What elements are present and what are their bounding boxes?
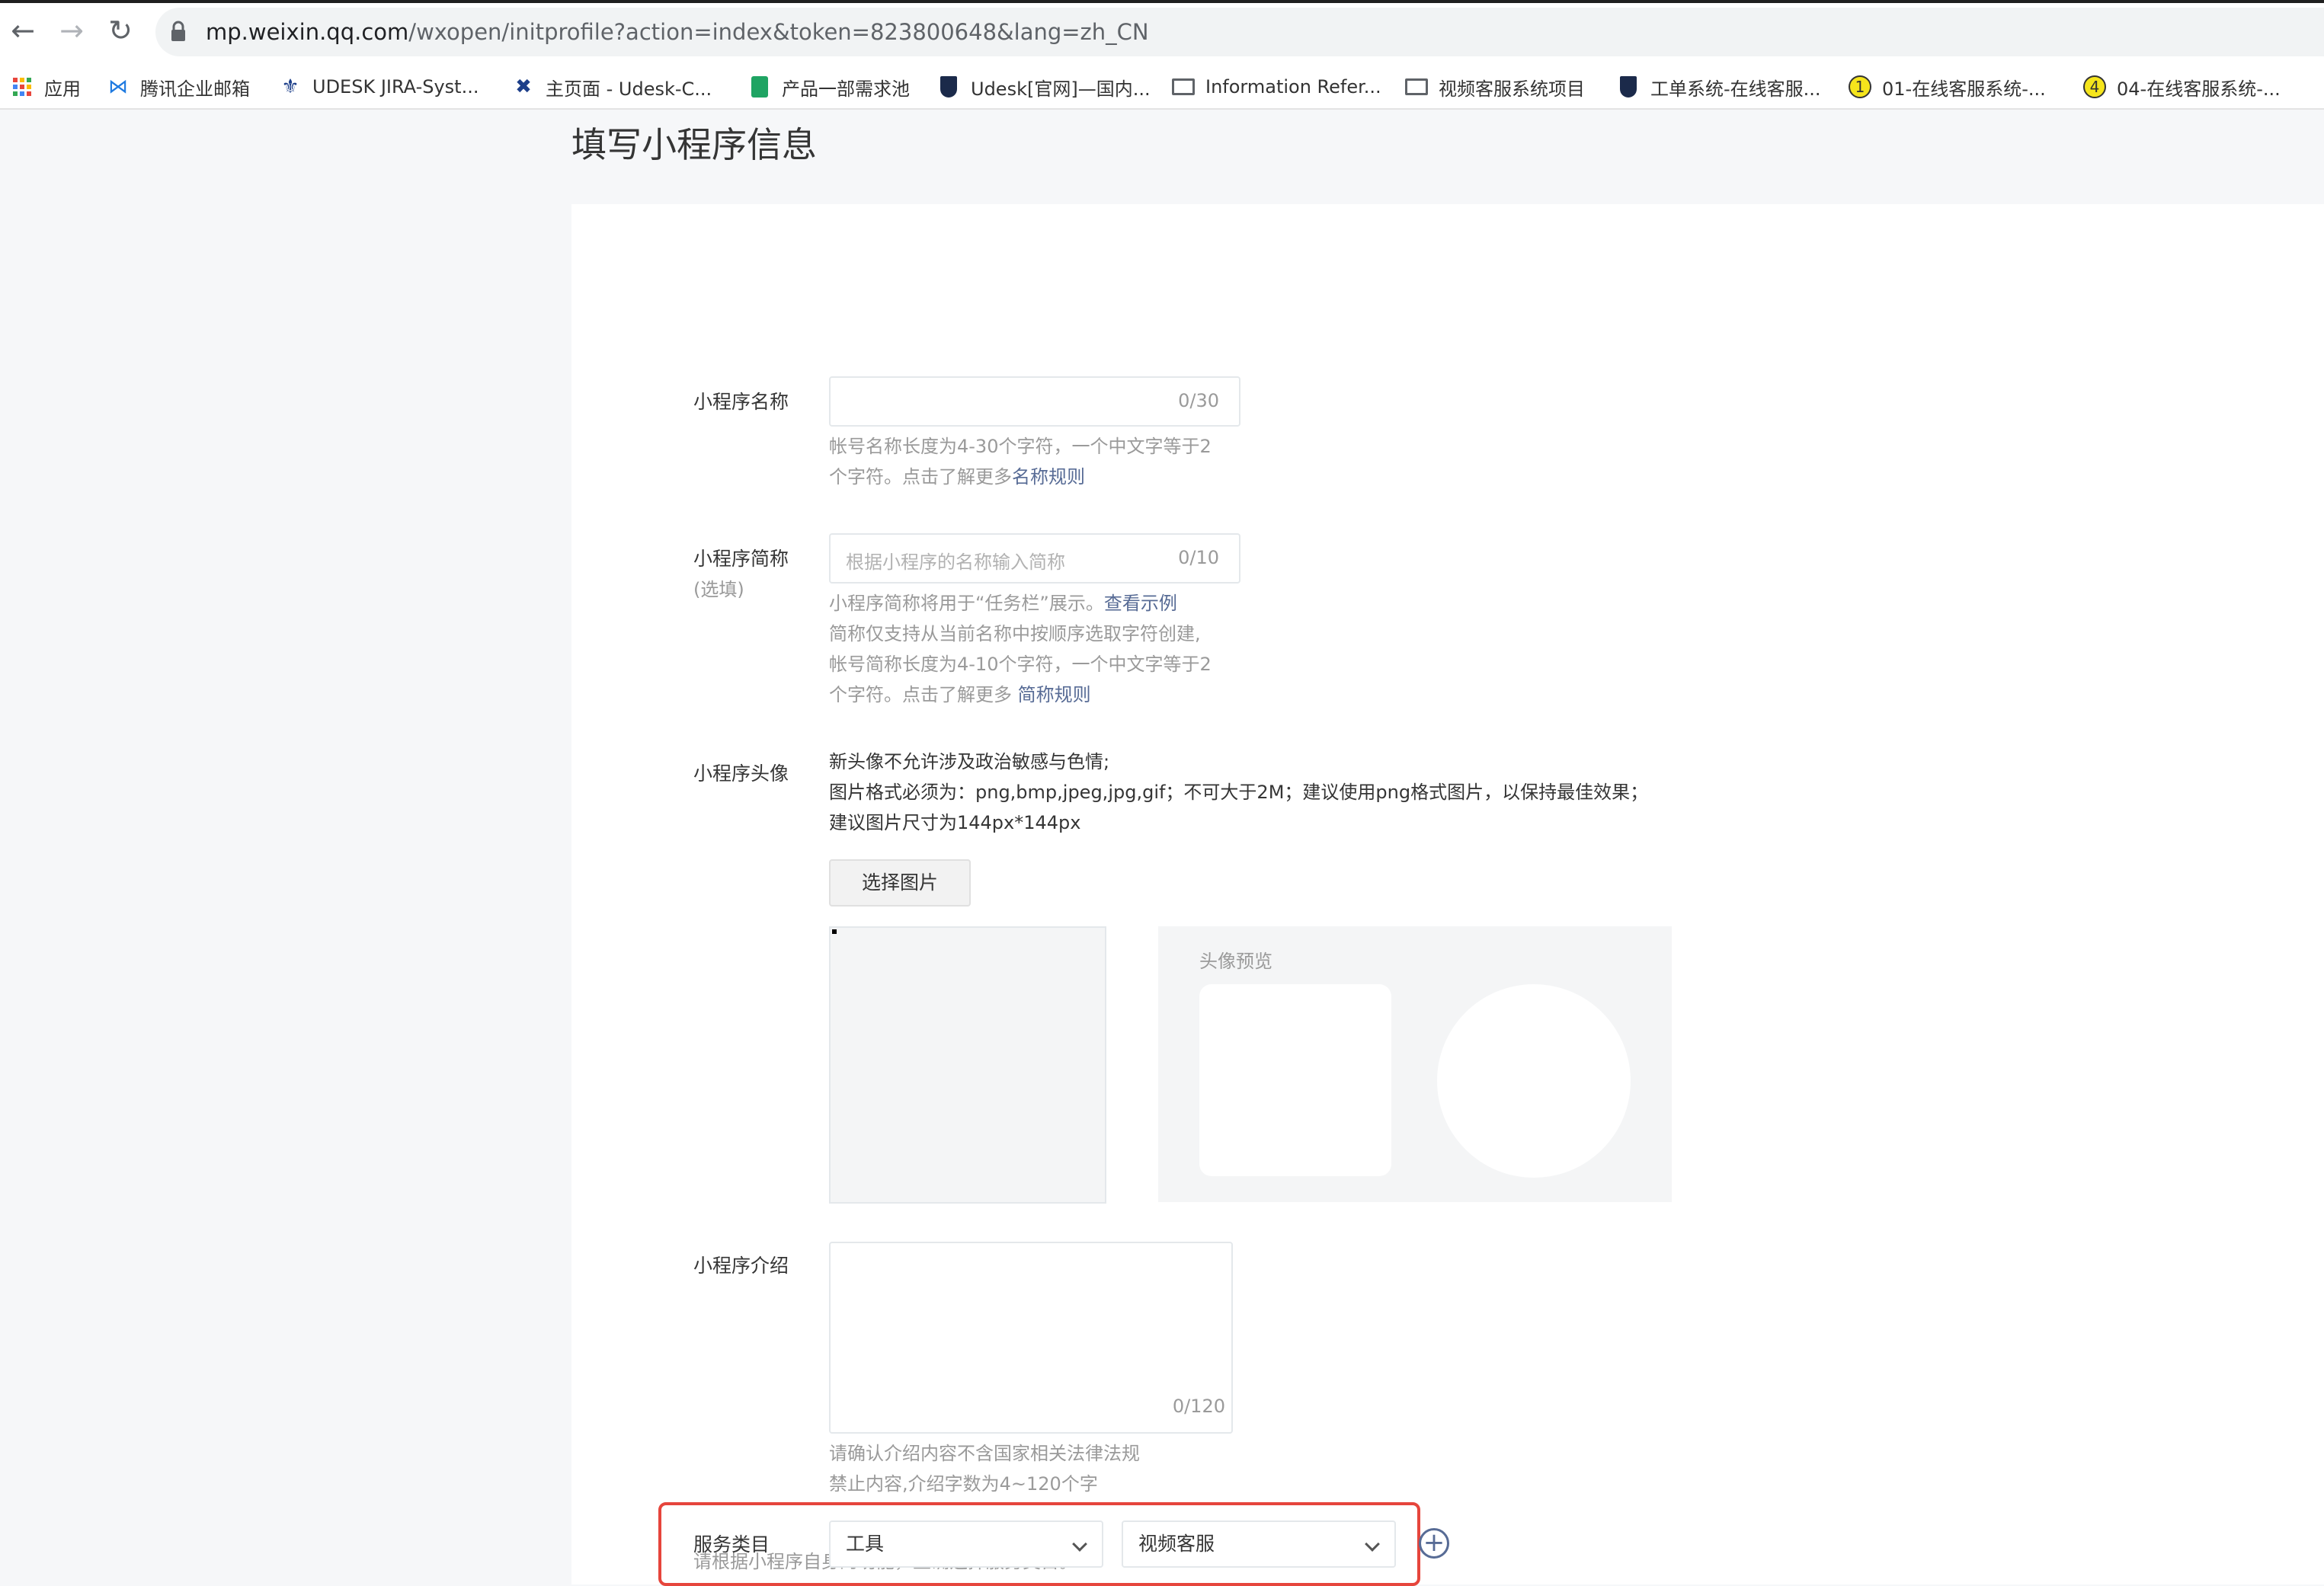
category-secondary-select[interactable]: 视频客服 [1122, 1520, 1396, 1568]
number-1-icon: 1 [1849, 75, 1871, 98]
chevron-down-icon [1365, 1536, 1380, 1552]
window-top-edge [0, 0, 2324, 3]
url-path: /wxopen/initprofile?action=index&token=8… [408, 19, 1149, 45]
bookmark-label: UDESK JIRA-Syst... [312, 76, 479, 98]
bookmark-product-pool[interactable]: 产品一部需求池 [748, 64, 910, 110]
bookmark-label: 视频客服系统项目 [1439, 78, 1585, 100]
short-name-hint-line1: 小程序简称将用于“任务栏”展示。查看示例 [829, 588, 1177, 619]
category-primary-select[interactable]: 工具 [829, 1520, 1103, 1568]
short-name-hint-line2: 简称仅支持从当前名称中按顺序选取字符创建, [829, 623, 1201, 644]
bookmark-tencent-mail[interactable]: ⋈ 腾讯企业邮箱 [107, 64, 250, 110]
bookmark-online-service-01[interactable]: 1 01-在线客服系统-... [1849, 64, 2046, 110]
short-name-input[interactable]: 根据小程序的名称输入简称 0/10 [829, 533, 1240, 584]
jira-icon: ⚜ [281, 75, 299, 98]
choose-image-button[interactable]: 选择图片 [829, 859, 971, 907]
short-name-rules-link[interactable]: 简称规则 [1018, 684, 1091, 705]
bookmark-ticket-system[interactable]: 工单系统-在线客服... [1617, 64, 1821, 110]
bookmarks-bar: 应用 ⋈ 腾讯企业邮箱 ⚜ UDESK JIRA-Syst... ✖ 主页面 -… [0, 64, 2324, 110]
avatar-crop-area[interactable] [829, 926, 1106, 1204]
bookmark-label: Udesk[官网]—国内... [971, 78, 1151, 100]
intro-label: 小程序介绍 [693, 1255, 789, 1277]
bookmark-label: 01-在线客服系统-... [1882, 78, 2046, 100]
name-hint-line2: 个字符。点击了解更多名称规则 [829, 462, 1085, 492]
avatar-label: 小程序头像 [693, 763, 789, 785]
category-label: 服务类目 [693, 1533, 770, 1556]
bookmark-apps[interactable]: 应用 [11, 64, 81, 110]
crop-handle[interactable] [832, 929, 837, 934]
view-example-link[interactable]: 查看示例 [1104, 593, 1177, 614]
name-hint-text: 个字符。点击了解更多 [829, 466, 1012, 488]
folder-icon [1405, 75, 1428, 98]
form-card: 小程序名称 0/30 帐号名称长度为4-30个字符，一个中文字等于2 个字符。点… [571, 204, 2324, 1584]
chevron-down-icon [1072, 1536, 1087, 1552]
folder-icon [1172, 75, 1195, 98]
confluence-icon: ✖ [515, 75, 532, 98]
category-secondary-value: 视频客服 [1138, 1533, 1215, 1555]
bookmark-confluence[interactable]: ✖ 主页面 - Udesk-C... [512, 64, 712, 110]
forward-arrow-icon[interactable]: → [55, 14, 88, 47]
browser-toolbar: ← → ↻ mp.weixin.qq.com/wxopen/initprofil… [0, 0, 2324, 64]
bookmark-information-refer[interactable]: Information Refer... [1172, 64, 1381, 110]
name-label: 小程序名称 [693, 391, 789, 413]
avatar-rule-1: 新头像不允许涉及政治敏感与色情; [829, 751, 1110, 772]
short-name-label: 小程序简称 [693, 548, 789, 570]
short-name-hint-line3: 帐号简称长度为4-10个字符，一个中文字等于2 [829, 654, 1212, 675]
sheet-icon [748, 75, 771, 98]
short-name-counter: 0/10 [1178, 547, 1219, 568]
category-primary-value: 工具 [846, 1533, 885, 1555]
short-name-optional: (选填) [693, 579, 744, 600]
avatar-preview-circle [1437, 984, 1631, 1178]
name-input[interactable]: 0/30 [829, 376, 1240, 427]
intro-hint-line1: 请确认介绍内容不含国家相关法律法规 [829, 1443, 1140, 1464]
short-name-hint-line4: 个字符。点击了解更多 简称规则 [829, 679, 1091, 710]
avatar-rule-3: 建议图片尺寸为144px*144px [829, 812, 1081, 833]
page: 填写小程序信息 小程序名称 0/30 帐号名称长度为4-30个字符，一个中文字等… [0, 111, 2324, 1586]
bookmark-label: 腾讯企业邮箱 [140, 78, 250, 100]
intro-hint-line2: 禁止内容,介绍字数为4~120个字 [829, 1473, 1098, 1495]
intro-textarea[interactable]: 0/120 [829, 1242, 1233, 1434]
bookmark-video-service-project[interactable]: 视频客服系统项目 [1405, 64, 1585, 110]
apps-grid-icon [13, 78, 31, 96]
bookmark-jira[interactable]: ⚜ UDESK JIRA-Syst... [279, 64, 479, 110]
udesk-shield-icon [1617, 75, 1640, 98]
url-text[interactable]: mp.weixin.qq.com/wxopen/initprofile?acti… [206, 17, 1149, 47]
lock-icon [171, 21, 185, 41]
avatar-preview-title: 头像预览 [1199, 951, 1272, 972]
bookmark-udesk-official[interactable]: Udesk[官网]—国内... [937, 64, 1151, 110]
udesk-shield-icon [937, 75, 960, 98]
back-arrow-icon[interactable]: ← [6, 14, 40, 47]
url-host: mp.weixin.qq.com [206, 19, 409, 45]
bookmark-label: 产品一部需求池 [782, 78, 910, 100]
bookmark-label: 应用 [44, 78, 81, 100]
bookmark-label: 04-在线客服系统-... [2117, 78, 2281, 100]
name-hint-line1: 帐号名称长度为4-30个字符，一个中文字等于2 [829, 436, 1212, 457]
avatar-rule-2: 图片格式必须为：png,bmp,jpeg,jpg,gif；不可大于2M；建议使用… [829, 782, 1649, 803]
number-4-icon: 4 [2083, 75, 2106, 98]
name-counter: 0/30 [1178, 390, 1219, 411]
reload-icon[interactable]: ↻ [104, 14, 137, 47]
short-name-hint-text: 小程序简称将用于“任务栏”展示。 [829, 593, 1104, 614]
bookmark-label: 工单系统-在线客服... [1650, 78, 1821, 100]
short-name-placeholder: 根据小程序的名称输入简称 [846, 552, 1065, 573]
bookmark-online-service-04[interactable]: 4 04-在线客服系统-... [2083, 64, 2281, 110]
bookmark-label: 主页面 - Udesk-C... [546, 78, 712, 100]
name-rules-link[interactable]: 名称规则 [1012, 466, 1085, 488]
short-name-hint-text: 个字符。点击了解更多 [829, 684, 1018, 705]
avatar-preview-panel: 头像预览 [1158, 926, 1672, 1202]
page-title: 填写小程序信息 [571, 124, 817, 165]
tencent-mail-icon: ⋈ [108, 75, 128, 98]
avatar-preview-square [1199, 984, 1391, 1176]
intro-counter: 0/120 [1172, 1396, 1225, 1417]
bookmark-label: Information Refer... [1205, 76, 1381, 98]
add-category-icon[interactable]: + [1419, 1528, 1449, 1559]
